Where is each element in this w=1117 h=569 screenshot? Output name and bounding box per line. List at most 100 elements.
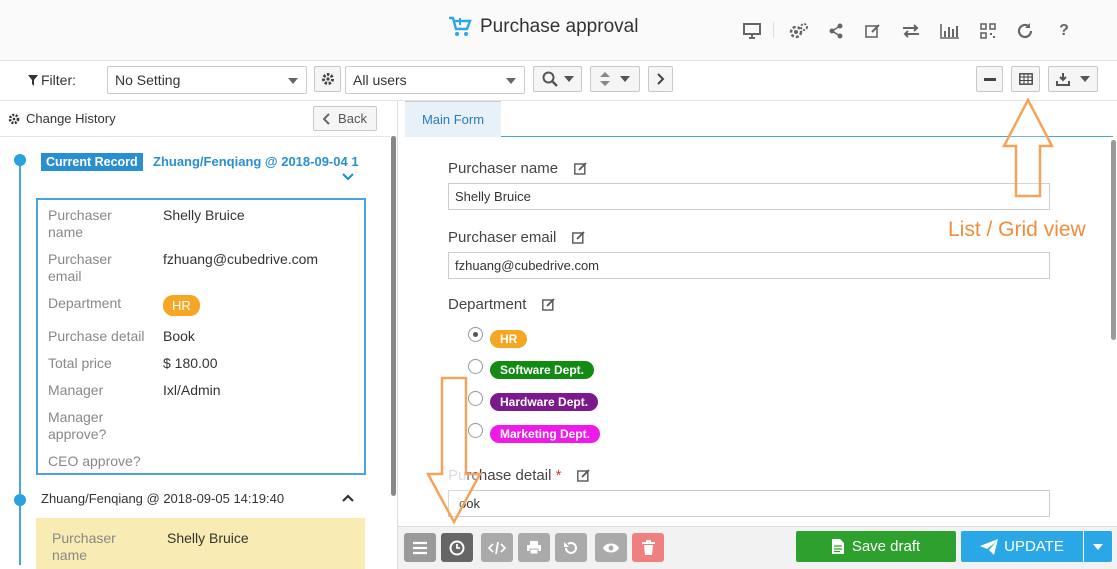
sort-icon [600, 72, 610, 86]
field-value: Shelly Bruice [167, 530, 249, 546]
document-icon [831, 539, 844, 554]
app-title-text: Purchase approval [480, 16, 639, 37]
qrcode-icon[interactable] [977, 20, 999, 42]
edit-icon[interactable] [577, 469, 591, 482]
chart-icon[interactable] [939, 20, 961, 42]
chevron-down-icon [620, 76, 630, 82]
field-label: Manager [48, 382, 104, 398]
edit-icon[interactable] [572, 231, 586, 244]
filter-settings-button[interactable] [314, 66, 341, 92]
field-label: Purchase detail [48, 328, 145, 344]
print-button[interactable] [518, 533, 550, 562]
department-radio-software[interactable] [468, 359, 483, 374]
history-button[interactable] [441, 533, 473, 562]
department-badge: HR [163, 295, 200, 316]
table-icon [1018, 73, 1033, 85]
chevron-down-icon [506, 78, 516, 84]
cart-icon [448, 16, 472, 38]
change-history-title: Change History [8, 111, 116, 126]
field-value: HR [163, 295, 200, 316]
filter-label: Filter: [28, 72, 76, 88]
update-button[interactable]: UPDATE [961, 531, 1083, 562]
chevron-down-icon [1093, 543, 1103, 550]
field-label: Manager approve? [48, 409, 107, 442]
list-view-button[interactable] [404, 533, 436, 562]
field-label: CEO approve? [48, 453, 141, 469]
purchaser-name-field[interactable]: Shelly Bruice [448, 183, 1050, 210]
department-label: Department [448, 296, 556, 313]
delete-button[interactable] [632, 533, 664, 562]
field-value: Shelly Bruice [163, 207, 245, 223]
timeline-dot [14, 154, 26, 166]
department-option-hardware: Hardware Dept. [490, 393, 599, 411]
edit-icon[interactable] [574, 162, 588, 175]
code-icon [488, 541, 506, 555]
purchaser-email-label: Purchaser email [448, 229, 586, 246]
annotation-arrow-down [425, 376, 483, 525]
purchaser-name-label: Purchaser name [448, 160, 588, 177]
chevron-up-icon[interactable] [342, 494, 354, 502]
field-label: Purchaser name [52, 530, 116, 563]
form-scrollbar[interactable] [1111, 140, 1116, 340]
annotation-arrow-up [1001, 97, 1055, 198]
eye-icon [602, 542, 620, 554]
purchaser-email-field[interactable]: fzhuang@cubedrive.com [448, 252, 1050, 279]
chevron-down-icon [563, 76, 574, 82]
swap-icon[interactable] [900, 20, 922, 42]
department-option-software: Software Dept. [490, 361, 595, 379]
search-icon [542, 71, 558, 87]
field-value: fzhuang@cubedrive.com [163, 251, 319, 267]
export-dropdown-button[interactable] [1048, 66, 1098, 92]
field-label: Purchaser name [48, 207, 112, 240]
undo-history-button[interactable] [555, 533, 587, 562]
sort-dropdown-button[interactable] [590, 66, 640, 92]
history-record-card: Purchaser name Shelly Bruice [36, 518, 365, 569]
collapse-button[interactable] [976, 66, 1003, 92]
chevron-down-icon [1080, 76, 1090, 82]
users-select[interactable]: All users [345, 66, 525, 94]
update-options-button[interactable] [1084, 531, 1112, 562]
refresh-icon[interactable] [1014, 20, 1036, 42]
help-icon[interactable]: ? [1053, 20, 1075, 42]
department-option-marketing: Marketing Dept. [490, 425, 601, 443]
chevron-right-icon [656, 73, 665, 85]
download-icon [1056, 72, 1070, 86]
field-value: Book [163, 328, 195, 344]
current-record-card: Purchaser name Shelly Bruice Purchaser e… [36, 198, 366, 475]
annotation-text: List / Grid view [948, 218, 1086, 241]
list-icon [412, 541, 428, 555]
field-value: $ 180.00 [163, 355, 218, 371]
settings-icon[interactable] [788, 20, 810, 42]
code-button[interactable] [481, 533, 513, 562]
app-title: Purchase approval [448, 16, 638, 38]
history-scrollbar[interactable] [391, 136, 396, 496]
chevron-down-icon[interactable] [342, 173, 354, 181]
save-draft-button[interactable]: Save draft [796, 531, 956, 562]
edit-icon[interactable] [862, 20, 884, 42]
trash-icon [641, 540, 655, 555]
header-separator [773, 22, 774, 38]
share-icon[interactable] [825, 20, 847, 42]
timeline-dot [14, 494, 26, 506]
print-icon [526, 540, 542, 555]
purchase-detail-field[interactable]: ook [448, 490, 1050, 517]
search-dropdown-button[interactable] [533, 66, 582, 92]
edit-icon[interactable] [542, 298, 556, 311]
current-record-badge: Current Record [41, 153, 143, 171]
filter-select[interactable]: No Setting [107, 66, 307, 94]
field-label: Total price [48, 355, 112, 371]
history-record-meta: Zhuang/Fenqiang @ 2018-09-05 14:19:40 [41, 491, 285, 506]
back-button[interactable]: Back [313, 106, 377, 131]
list-grid-view-button[interactable] [1011, 66, 1040, 92]
department-radio-hr[interactable] [468, 327, 483, 342]
next-button[interactable] [648, 66, 673, 92]
field-label: Department [48, 295, 122, 311]
send-icon [980, 538, 999, 555]
undo-icon [563, 540, 579, 556]
tab-main-form[interactable]: Main Form [405, 101, 501, 137]
chevron-left-icon [323, 112, 330, 125]
gear-icon [8, 113, 20, 125]
change-history-panel: Change History Back Current Record Zhuan… [0, 101, 398, 569]
desktop-icon[interactable] [741, 20, 763, 42]
preview-button[interactable] [595, 533, 627, 562]
